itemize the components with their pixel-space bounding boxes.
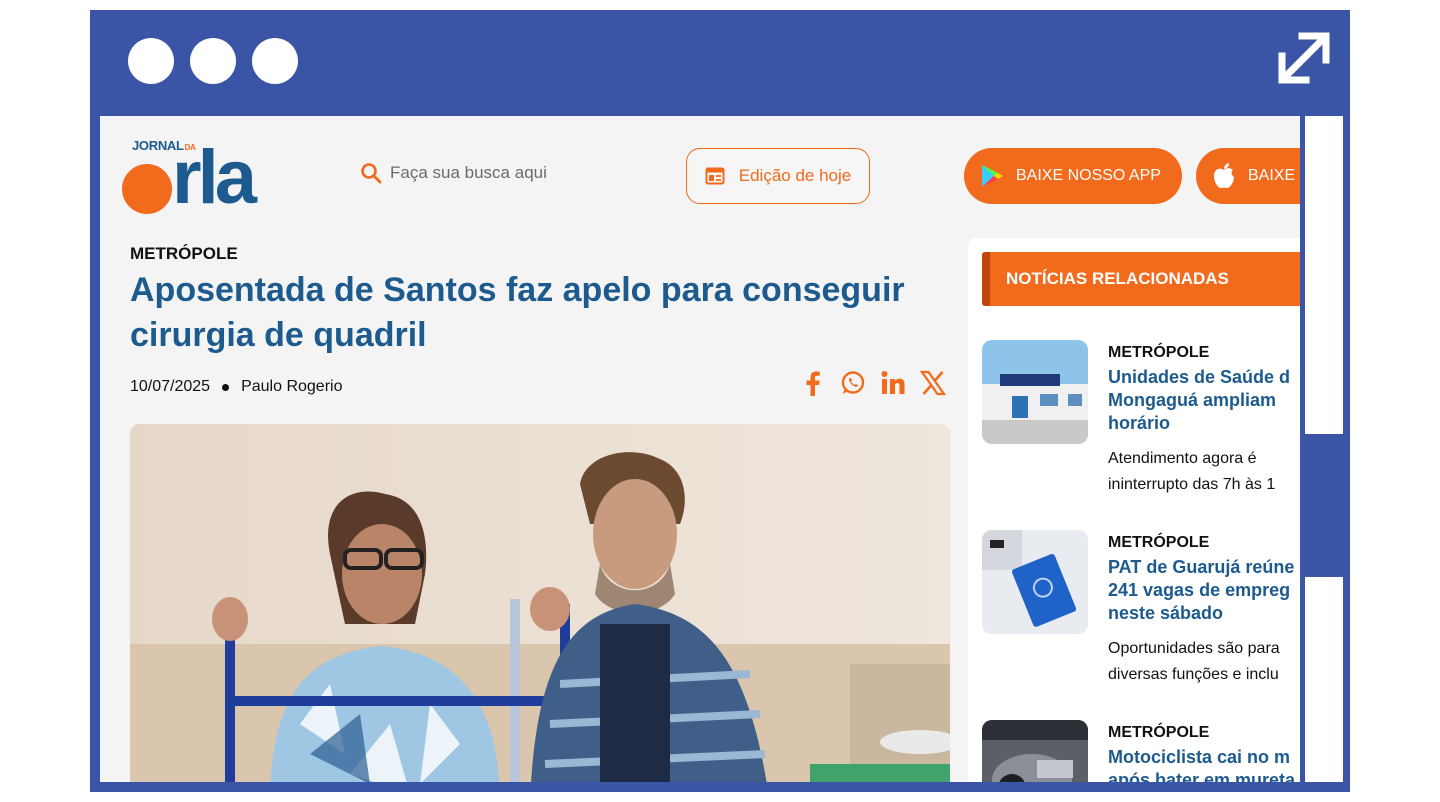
article-meta: 10/07/2025 Paulo Rogerio <box>130 378 342 396</box>
article-date: 10/07/2025 <box>130 378 211 395</box>
related-news-thumbnail[interactable] <box>982 720 1088 782</box>
motorcycle-accident-photo <box>982 720 1088 782</box>
related-news-item[interactable]: METRÓPOLE PAT de Guarujá reúne 241 vagas… <box>982 530 1300 700</box>
todays-edition-button[interactable]: Edição de hoje <box>686 148 870 204</box>
todays-edition-label: Edição de hoje <box>738 166 852 185</box>
related-news-item[interactable]: METRÓPOLE Unidades de Saúde d Mongaguá a… <box>982 340 1300 510</box>
page-viewport: JORNALDA rla Faça sua busca aqui Edição … <box>100 116 1300 782</box>
download-app-android-label: BAIXE NOSSO APP <box>1016 167 1161 184</box>
window-dot-minimize[interactable] <box>190 38 236 84</box>
related-news-category: METRÓPOLE <box>1108 724 1210 741</box>
scrollbar-region-upper[interactable] <box>1305 116 1343 434</box>
related-news-title[interactable]: Motociclista cai no m após bater em mure… <box>1108 746 1300 782</box>
download-app-ios-label: BAIXE <box>1248 167 1296 184</box>
facebook-icon[interactable] <box>800 370 826 396</box>
download-app-android-button[interactable]: BAIXE NOSSO APP <box>964 148 1182 204</box>
share-bar <box>800 370 947 396</box>
window-dot-maximize[interactable] <box>252 38 298 84</box>
related-news-summary: Atendimento agora é ininterrupto das 7h … <box>1108 450 1276 493</box>
newspaper-icon <box>705 167 725 185</box>
google-play-icon <box>982 165 1003 187</box>
logo-wordmark: rla <box>172 135 257 220</box>
related-news-title[interactable]: Unidades de Saúde d Mongaguá ampliam hor… <box>1108 366 1300 435</box>
related-news-summary: Oportunidades são para diversas funções … <box>1108 640 1280 683</box>
related-news-category: METRÓPOLE <box>1108 344 1210 361</box>
related-news-thumbnail[interactable] <box>982 530 1088 634</box>
article-headline: Aposentada de Santos faz apelo para cons… <box>130 271 905 354</box>
related-news-category: METRÓPOLE <box>1108 534 1210 551</box>
article-hero-image <box>130 424 950 782</box>
site-logo[interactable]: JORNALDA rla <box>120 134 280 218</box>
health-unit-photo <box>982 340 1088 444</box>
search-icon <box>361 163 382 184</box>
meta-separator <box>222 383 230 391</box>
scrollbar-region-lower[interactable] <box>1305 577 1343 782</box>
browser-window: JORNALDA rla Faça sua busca aqui Edição … <box>90 10 1350 792</box>
related-news-header: NOTÍCIAS RELACIONADAS <box>982 252 1300 306</box>
article-category[interactable]: METRÓPOLE <box>130 244 238 264</box>
photo-illustration <box>130 424 950 782</box>
article-author[interactable]: Paulo Rogerio <box>241 378 342 396</box>
search-bar[interactable]: Faça sua busca aqui <box>360 162 547 184</box>
related-news-sidebar: NOTÍCIAS RELACIONADAS METRÓPOLE Unidades… <box>968 238 1300 782</box>
window-controls <box>128 38 298 84</box>
x-icon[interactable] <box>919 370 947 396</box>
download-app-ios-button[interactable]: BAIXE <box>1196 148 1300 204</box>
related-news-thumbnail[interactable] <box>982 340 1088 444</box>
whatsapp-icon[interactable] <box>840 370 866 396</box>
search-placeholder: Faça sua busca aqui <box>390 163 547 182</box>
related-news-item[interactable]: METRÓPOLE Motociclista cai no m após bat… <box>982 720 1300 782</box>
window-dot-close[interactable] <box>128 38 174 84</box>
apple-icon <box>1214 163 1234 189</box>
work-card-photo <box>982 530 1088 634</box>
expand-icon[interactable] <box>1272 26 1336 90</box>
linkedin-icon[interactable] <box>880 370 906 396</box>
logo-o-circle <box>122 164 172 214</box>
related-news-title[interactable]: PAT de Guarujá reúne 241 vagas de empreg… <box>1108 556 1300 625</box>
